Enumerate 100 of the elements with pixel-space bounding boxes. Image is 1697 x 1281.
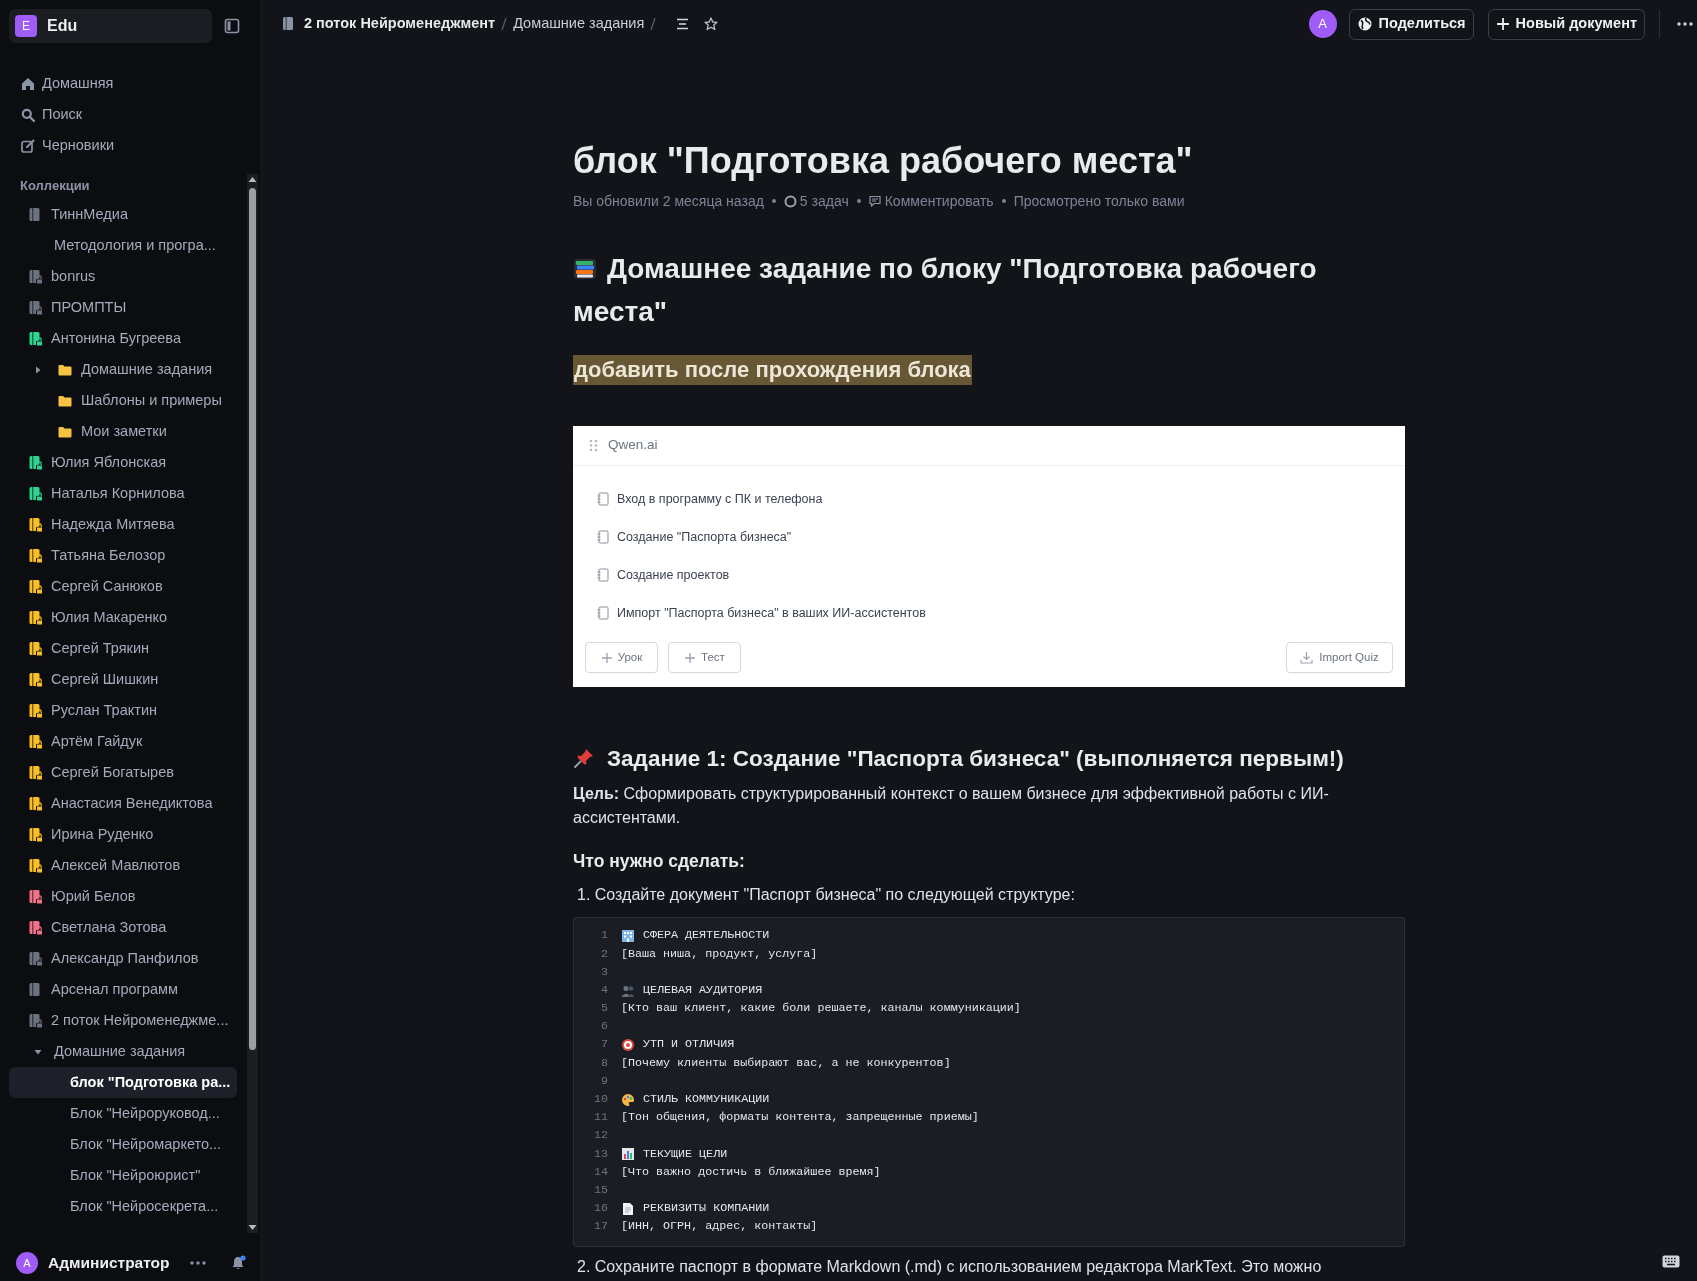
sidebar-item[interactable]: Светлана Зотова [9,912,237,943]
sidebar-item[interactable]: Александр Панфилов [9,943,237,974]
highlighted-text: добавить после прохождения блока [573,355,972,385]
sidebar-item[interactable]: Юлия Макаренко [9,602,237,633]
sidebar-item[interactable]: Татьяна Белозор [9,540,237,571]
nav-item[interactable]: Черновики [0,130,260,161]
sidebar-item[interactable]: Блок "Нейроруковод... [9,1098,237,1129]
comment-link[interactable]: Комментировать [868,190,994,212]
line-number: 3 [600,963,609,981]
sidebar-item[interactable]: 2 поток Нейроменеджме... [9,1005,237,1036]
breadcrumb-link[interactable]: Домашние задания [513,13,645,35]
list-item: 2. Сохраните паспорт в формате Markdown (.md) с использованием редактора MarkText. Это можно [576,1257,1323,1278]
code-text: [Тон общения, форматы контента, запрещенные приемы] [621,1109,979,1127]
sidebar-item[interactable]: Арсенал программ [9,974,237,1005]
scrollbar-thumb[interactable] [249,188,256,1050]
add-button[interactable]: Урок [585,642,658,673]
sidebar-item[interactable]: Анастасия Венедиктова [9,788,237,819]
user-avatar[interactable]: A [16,1252,38,1274]
sidebar-item[interactable]: Блок "Нейроюрист" [9,1160,237,1191]
notebook-icon [597,492,609,506]
outline-menu-icon[interactable] [676,18,690,30]
sidebar-item[interactable]: Наталья Корнилова [9,478,237,509]
lesson-item[interactable]: Вход в программу с ПК и телефона [573,480,1405,518]
line-number: 1 [600,927,609,945]
share-button[interactable]: Поделиться [1348,8,1474,40]
code-text: [ИНН, ОГРН, адрес, контакты] [621,1218,818,1236]
notebook-icon [597,606,609,620]
sidebar-item[interactable]: Методология и програ... [9,230,237,261]
workspace-switcher[interactable]: E Edu [9,9,212,43]
sidebar-item[interactable]: Руслан Трактин [9,695,237,726]
sidebar-item[interactable]: Блок "Нейромаркето... [9,1129,237,1160]
sidebar-item[interactable]: ТиннМедиа [9,199,237,230]
bar-chart-icon [621,1147,635,1162]
sidebar-item[interactable]: bonrus [9,261,237,292]
drag-handle-icon[interactable] [589,439,598,452]
sidebar-item[interactable]: Домашние задания [9,354,237,385]
tasks-link[interactable]: 5 задач [783,190,849,212]
add-button[interactable]: Тест [668,642,741,673]
meta-text: Вы обновили 2 месяца назад [573,191,764,211]
sidebar-item[interactable]: Юлия Яблонская [9,447,237,478]
sidebar-toggle-icon[interactable] [224,18,240,34]
plus-icon [600,651,613,664]
code-text: ЦЕЛЕВАЯ АУДИТОРИЯ [643,981,763,999]
edit-icon [21,138,35,153]
sidebar-item[interactable]: Сергей Трякин [9,633,237,664]
sidebar-item[interactable]: блок "Подготовка ра... [9,1067,237,1098]
sidebar-item[interactable]: Сергей Шишкин [9,664,237,695]
code-text: УТП И ОТЛИЧИЯ [643,1036,735,1054]
line-number: 9 [600,1072,609,1090]
nav-item[interactable]: Поиск [0,99,260,130]
lesson-item[interactable]: Импорт "Паспорта бизнеса" в ваших ИИ-ассистентов [573,594,1405,632]
sidebar-item[interactable]: Антонина Бугреева [9,323,237,354]
sidebar-item[interactable]: Шаблоны и примеры [9,385,237,416]
palette-icon [621,1092,635,1107]
sidebar-item[interactable]: ПРОМПТЫ [9,292,237,323]
bell-icon[interactable] [230,1255,246,1271]
sidebar-item[interactable]: Алексей Мавлютов [9,850,237,881]
nav-item[interactable]: Домашняя [0,68,260,99]
scrollbar[interactable] [247,174,258,1233]
line-number: 10 [592,1091,609,1108]
sidebar-item[interactable]: Ирина Руденко [9,819,237,850]
user-name[interactable]: Администратор [48,1251,170,1275]
line-number: 13 [592,1145,609,1163]
line-number: 7 [600,1036,609,1054]
globe-icon [1356,16,1373,32]
folder-icon [58,425,72,438]
lesson-item[interactable]: Создание проектов [573,556,1405,594]
new-document-button[interactable]: Новый документ [1487,8,1645,40]
sidebar-item[interactable]: Артём Гайдук [9,726,237,757]
lesson-item[interactable]: Создание "Паспорта бизнеса" [573,518,1405,556]
breadcrumb-link[interactable]: 2 поток Нейроменеджмент [282,13,496,35]
user-avatar[interactable]: A [1308,10,1337,38]
document-title: блок "Подготовка рабочего места" [573,139,1194,183]
home-icon [21,76,35,91]
workspace-name: Edu [47,16,78,36]
keyboard-icon[interactable] [1662,1255,1680,1268]
star-icon[interactable] [704,17,719,31]
more-icon[interactable] [189,1261,206,1265]
sidebar-item[interactable]: Мои заметки [9,416,237,447]
sidebar-item[interactable]: Сергей Санюков [9,571,237,602]
folder-icon [58,394,72,407]
sidebar-item[interactable]: Блок "Нейросекрета... [9,1191,237,1222]
line-number: 15 [592,1181,609,1199]
scroll-down-icon[interactable] [248,1224,257,1231]
section-label: Коллекции [19,177,91,196]
sidebar-item[interactable]: Домашние задания [9,1036,237,1067]
breadcrumb-separator-icon [650,17,657,31]
caret-icon[interactable] [34,365,42,374]
scroll-up-icon[interactable] [248,176,257,183]
more-icon[interactable] [1677,22,1693,26]
sidebar-item[interactable]: Юрий Белов [9,881,237,912]
import-quiz-button[interactable]: Import Quiz [1286,642,1393,673]
book-icon [282,16,296,32]
plus-icon [684,651,697,664]
building-icon [621,929,635,944]
sidebar-item[interactable]: Надежда Митяева [9,509,237,540]
line-number: 12 [592,1127,609,1145]
workspace-logo: E [15,15,37,37]
sidebar-item[interactable]: Сергей Богатырев [9,757,237,788]
caret-icon[interactable] [34,1047,42,1056]
